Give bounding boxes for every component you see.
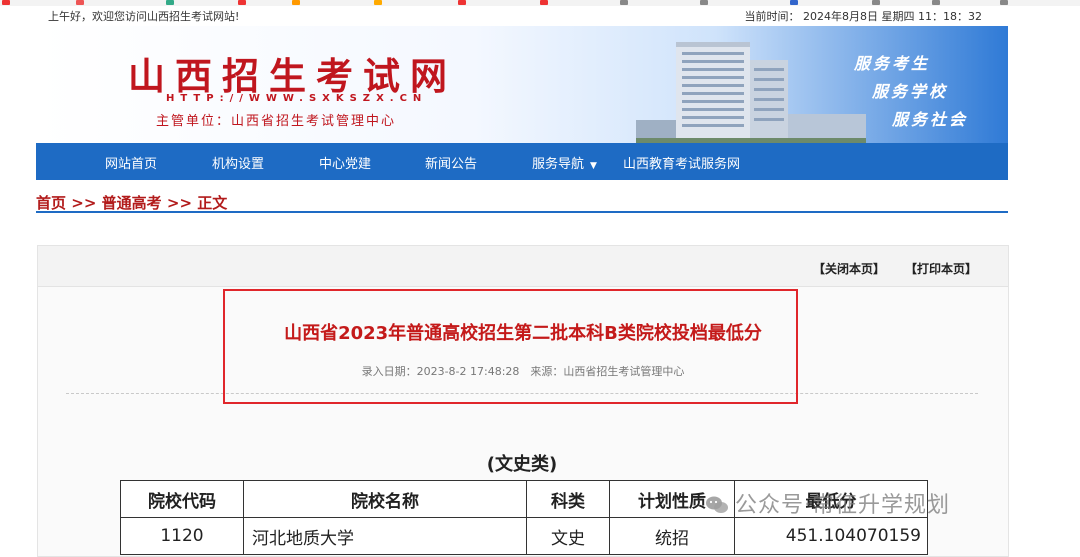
close-page-button[interactable]: 【关闭本页】 (813, 260, 885, 277)
bookmark-icon[interactable] (292, 0, 300, 5)
dropdown-caret-icon: ▼ (590, 161, 597, 171)
slogan-3: 服务社会 (892, 110, 969, 129)
breadcrumb-separator: >> (71, 194, 97, 212)
table-cell: 河北地质大学 (243, 517, 527, 555)
slogan-1: 服务考生 (854, 54, 931, 73)
wechat-icon (706, 496, 728, 513)
bookmark-icon[interactable] (2, 0, 10, 5)
table-cell: 451.104070159 (734, 517, 928, 555)
breadcrumb-separator: >> (166, 194, 193, 212)
print-page-button[interactable]: 【打印本页】 (905, 260, 977, 277)
watermark: 公众号·常征升学规划 (705, 487, 950, 519)
greeting-text: 上午好，欢迎您访问山西招生考试网站! (48, 10, 240, 23)
bookmark-icon[interactable] (872, 0, 880, 5)
slogan-2: 服务学校 (872, 82, 949, 101)
article-toolbar: 【关闭本页】 【打印本页】 (38, 246, 1008, 287)
top-info-bar: 上午好，欢迎您访问山西招生考试网站! 当前时间： 2024年8月8日 星期四 1… (36, 7, 1008, 25)
bookmark-icon[interactable] (620, 0, 628, 5)
nav-item-service-nav-label: 服务导航 (532, 157, 585, 172)
table-cell: 1120 (120, 517, 244, 555)
bookmark-icon[interactable] (374, 0, 382, 5)
nav-item-news[interactable]: 新闻公告 (425, 153, 477, 172)
bookmark-icon[interactable] (458, 0, 466, 5)
column-header: 科类 (526, 480, 610, 518)
nav-item-organization[interactable]: 机构设置 (212, 153, 264, 172)
nav-item-party[interactable]: 中心党建 (319, 153, 371, 172)
title-highlight-box (223, 289, 798, 404)
table-row: 1120 河北地质大学 文史 统招 451.104070159 (120, 517, 928, 555)
bookmark-icon[interactable] (76, 0, 84, 5)
watermark-text: 公众号·常征升学规划 (735, 493, 950, 518)
breadcrumb-current: 正文 (197, 194, 228, 212)
nav-item-service-nav[interactable]: 服务导航 ▼ (532, 153, 597, 172)
breadcrumb-divider (36, 211, 1008, 213)
bookmark-icon[interactable] (540, 0, 548, 5)
breadcrumb-category[interactable]: 普通高考 (102, 194, 162, 212)
nav-item-exam-service[interactable]: 山西教育考试服务网 (623, 153, 740, 172)
site-logo-title[interactable]: 山西招生考试网 (128, 46, 457, 100)
table-cell: 文史 (526, 517, 610, 555)
bookmark-icon[interactable] (166, 0, 174, 5)
column-header: 院校代码 (120, 480, 244, 518)
table-cell: 统招 (609, 517, 735, 555)
bookmarks-bar (0, 0, 1080, 6)
bookmark-icon[interactable] (932, 0, 940, 5)
site-url-text: HTTP://WWW.SXKSZX.CN (166, 93, 428, 104)
nav-item-home[interactable]: 网站首页 (105, 153, 157, 172)
site-banner: 山西招生考试网 HTTP://WWW.SXKSZX.CN 主管单位：山西省招生考… (36, 26, 1008, 143)
bookmark-icon[interactable] (700, 0, 708, 5)
bookmark-icon[interactable] (238, 0, 246, 5)
section-heading: (文史类) (486, 454, 558, 475)
current-datetime: 当前时间： 2024年8月8日 星期四 11：18：32 (744, 10, 982, 23)
breadcrumb-home[interactable]: 首页 (36, 194, 66, 212)
column-header: 院校名称 (243, 480, 527, 518)
supervising-org-text: 主管单位：山西省招生考试管理中心 (156, 114, 397, 129)
building-illustration (636, 42, 866, 143)
breadcrumb: 首页 >> 普通高考 >> 正文 (36, 192, 227, 213)
bookmark-icon[interactable] (790, 0, 798, 5)
bookmark-icon[interactable] (1000, 0, 1008, 5)
main-nav: 网站首页 机构设置 中心党建 新闻公告 服务导航 ▼ 山西教育考试服务网 (36, 143, 1008, 180)
